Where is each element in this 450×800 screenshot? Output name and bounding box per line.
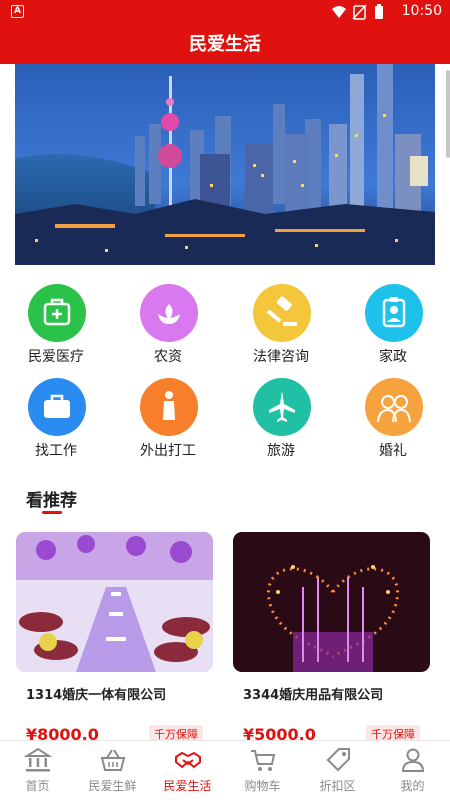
couple-icon [365, 378, 423, 436]
clock: 10:50 [401, 3, 442, 19]
id-badge-icon [365, 284, 423, 342]
nav-fresh[interactable]: 民爱生鲜 [75, 741, 150, 800]
product-name: 1314婚庆一体有限公司 [26, 688, 167, 703]
person-icon [140, 378, 198, 436]
user-icon [401, 748, 425, 772]
service-label: 旅游 [267, 443, 295, 459]
airplane-icon [253, 378, 311, 436]
nav-label: 购物车 [244, 779, 281, 793]
scrollbar-thumb[interactable] [446, 70, 450, 158]
nav-discount[interactable]: 折扣区 [300, 741, 375, 800]
status-bar: A 10:50 [0, 0, 450, 24]
service-housekeeping[interactable]: 家政 [337, 282, 449, 374]
service-work-away[interactable]: 外出打工 [112, 376, 224, 468]
medical-kit-icon [28, 284, 86, 342]
app-screen: A 10:50 民爱生活 民爱医疗 农资 法律咨询 家政 找工作 外出打工 旅游… [0, 0, 450, 800]
city-skyline-illustration [15, 64, 435, 265]
banner-image[interactable] [15, 64, 435, 265]
product-name: 3344婚庆用品有限公司 [243, 688, 384, 703]
service-label: 农资 [154, 349, 182, 365]
service-label: 找工作 [35, 443, 77, 459]
product-card[interactable]: 3344婚庆用品有限公司 ¥5000.0 千万保障 [233, 532, 430, 744]
bottom-nav: 首页 民爱生鲜 民爱生活 购物车 折扣区 我的 [0, 740, 450, 800]
top-bar: A 10:50 民爱生活 [0, 0, 450, 64]
handshake-icon [175, 751, 201, 769]
nav-cart[interactable]: 购物车 [225, 741, 300, 800]
service-medical[interactable]: 民爱医疗 [0, 282, 112, 374]
service-label: 家政 [379, 349, 407, 365]
service-agri[interactable]: 农资 [112, 282, 224, 374]
basket-icon [100, 749, 126, 771]
nav-label: 我的 [400, 779, 425, 793]
section-title-underline [42, 511, 62, 514]
nav-label: 民爱生活 [163, 779, 212, 793]
tag-icon [326, 748, 350, 772]
service-label: 法律咨询 [253, 349, 309, 365]
sprout-icon [140, 284, 198, 342]
nav-mine[interactable]: 我的 [375, 741, 450, 800]
section-title: 看推荐 [26, 491, 77, 511]
system-status-icons [332, 4, 383, 20]
wifi-icon [332, 6, 346, 18]
service-label: 民爱医疗 [28, 349, 84, 365]
page-title: 民爱生活 [189, 34, 261, 55]
briefcase-icon [28, 378, 86, 436]
nav-life[interactable]: 民爱生活 [150, 741, 225, 800]
nav-home[interactable]: 首页 [0, 741, 75, 800]
battery-icon [375, 6, 383, 19]
service-jobs[interactable]: 找工作 [0, 376, 112, 468]
product-image [16, 532, 213, 672]
service-label: 婚礼 [379, 443, 407, 459]
service-label: 外出打工 [140, 443, 196, 459]
service-wedding[interactable]: 婚礼 [337, 376, 449, 468]
cart-icon [251, 750, 276, 771]
bank-icon [24, 747, 52, 772]
service-legal[interactable]: 法律咨询 [225, 282, 337, 374]
service-travel[interactable]: 旅游 [225, 376, 337, 468]
product-card[interactable]: 1314婚庆一体有限公司 ¥8000.0 千万保障 [16, 532, 213, 744]
product-image [233, 532, 430, 672]
gavel-icon [253, 284, 311, 342]
nav-label: 首页 [25, 779, 50, 793]
app-notification-icon: A [11, 5, 24, 18]
nav-label: 折扣区 [319, 779, 356, 793]
nav-label: 民爱生鲜 [88, 779, 137, 793]
